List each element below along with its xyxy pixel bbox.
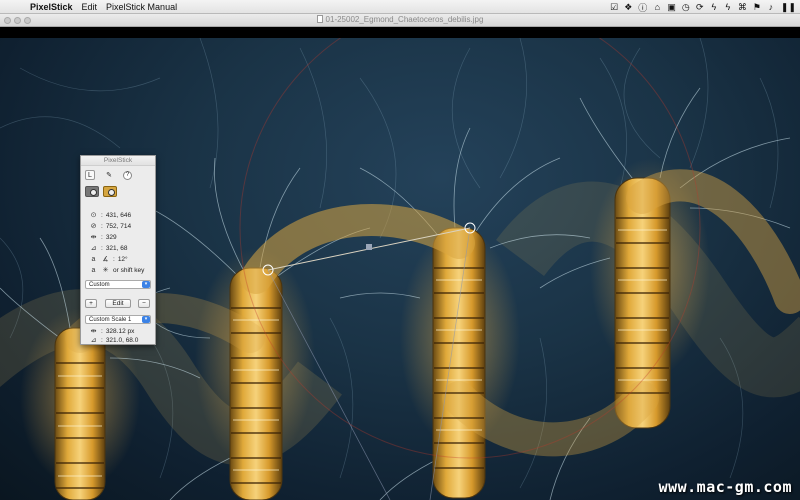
scaled-delta-label: : [101, 336, 103, 344]
delta-icon: ⊿ [90, 337, 97, 344]
start-point-row: ⊙ : 431, 646 [89, 211, 132, 220]
delta-label: : [101, 244, 103, 252]
camera-scale-icon[interactable] [103, 186, 117, 197]
scale-mode-value: Custom [89, 282, 110, 288]
distance-row: ⇹ : 329 [89, 233, 117, 242]
scaled-distance-label: : [101, 327, 103, 335]
window-title: 01-25002_Egmond_Chaetoceros_debilis.jpg [0, 15, 800, 24]
scaled-distance-row: ⇹ : 328.12 px [89, 327, 135, 336]
delta-icon: ⊿ [90, 245, 97, 252]
command-icon[interactable]: ⌘ [738, 2, 747, 13]
help-icon[interactable]: ? [123, 170, 132, 180]
palette-title[interactable]: PixelStick [81, 156, 155, 166]
document-icon [316, 15, 323, 23]
scaled-delta-row: ⊿ : 321.0, 68.0 [89, 336, 139, 345]
flag-icon[interactable]: ⚑ [753, 2, 761, 13]
info-icon[interactable]: ⓘ [638, 1, 647, 14]
pixelstick-palette: PixelStick L ✎ ? ⊙ : 431, 646 ⊘ : 752, 7… [80, 155, 156, 345]
distance-label: : [101, 233, 103, 241]
home-icon[interactable]: ⌂ [653, 2, 661, 12]
constrain-row: a ✳ or shift key [89, 266, 145, 275]
menu-manual[interactable]: PixelStick Manual [106, 2, 186, 12]
chevron-down-icon: ▾ [142, 281, 150, 288]
start-point-icon: ⊙ [90, 212, 97, 219]
lock-toggle-icon[interactable]: L [85, 170, 95, 180]
check-icon[interactable]: ☑ [610, 2, 618, 13]
palette-capture-buttons [85, 186, 117, 197]
constrain-lock-icon[interactable]: a [89, 267, 98, 274]
window-title-text: 01-25002_Egmond_Chaetoceros_debilis.jpg [325, 15, 484, 24]
end-point-icon: ⊘ [90, 223, 97, 230]
angle-lock-icon[interactable]: a [89, 256, 98, 263]
end-point-row: ⊘ : 752, 714 [89, 222, 132, 231]
distance-value: 329 [105, 233, 117, 241]
start-point-value: 431, 646 [105, 211, 132, 219]
custom-scale-value: Custom Scale 1 [89, 317, 132, 323]
window-titlebar: 01-25002_Egmond_Chaetoceros_debilis.jpg [0, 14, 800, 27]
diatom-arch [442, 381, 659, 457]
remove-scale-button[interactable]: − [138, 299, 150, 308]
bolt-icon[interactable]: ϟ [724, 2, 732, 12]
constrain-text: or shift key [113, 266, 145, 274]
eyedropper-icon[interactable]: ✎ [104, 170, 114, 180]
angle-label: : [113, 255, 115, 263]
angle-icon: ∡ [102, 256, 109, 263]
lock-icon[interactable]: ▣ [667, 2, 676, 13]
delta-row: ⊿ : 321, 68 [89, 244, 128, 253]
end-point-value: 752, 714 [105, 222, 132, 230]
add-scale-button[interactable]: + [85, 299, 97, 308]
bell-icon[interactable]: ♪ [767, 2, 775, 12]
constrain-icon: ✳ [102, 267, 109, 274]
toolbar-strip [0, 27, 800, 38]
start-point-label: : [101, 211, 103, 219]
scale-mode-select[interactable]: Custom ▾ [85, 280, 151, 289]
end-point-label: : [101, 222, 103, 230]
screen: PixelStick Edit PixelStick Manual ☑ ❖ ⓘ … [0, 0, 800, 500]
angle-row: a ∡ : 12° [89, 255, 128, 264]
measure-midpoint-handle[interactable] [366, 244, 372, 250]
distance-icon: ⇹ [90, 328, 97, 335]
pause-icon[interactable]: ❚❚ [781, 2, 796, 13]
menu-app-name[interactable]: PixelStick [26, 2, 82, 12]
angle-value: 12° [117, 255, 128, 263]
chevron-down-icon: ▾ [142, 316, 150, 323]
delta-value: 321, 68 [105, 244, 128, 252]
scaled-delta-value: 321.0, 68.0 [105, 336, 139, 344]
distance-icon: ⇹ [90, 234, 97, 241]
scaled-distance-value: 328.12 px [105, 327, 135, 335]
edit-scale-button[interactable]: Edit [105, 299, 131, 308]
camera-icon[interactable] [85, 186, 99, 197]
dropbox-icon[interactable]: ❖ [624, 2, 632, 13]
bolt-icon[interactable]: ϟ [710, 2, 718, 12]
status-icons: ☑ ❖ ⓘ ⌂ ▣ ◷ ⟳ ϟ ϟ ⌘ ⚑ ♪ ❚❚ [610, 0, 796, 14]
sync-icon[interactable]: ⟳ [696, 2, 704, 13]
menu-edit[interactable]: Edit [82, 2, 107, 12]
palette-toolbar: L ✎ ? [85, 170, 132, 180]
menubar: PixelStick Edit PixelStick Manual ☑ ❖ ⓘ … [0, 0, 800, 14]
watermark: www.mac-gm.com [658, 478, 792, 496]
custom-scale-select[interactable]: Custom Scale 1 ▾ [85, 315, 151, 324]
clock-icon[interactable]: ◷ [682, 2, 690, 13]
